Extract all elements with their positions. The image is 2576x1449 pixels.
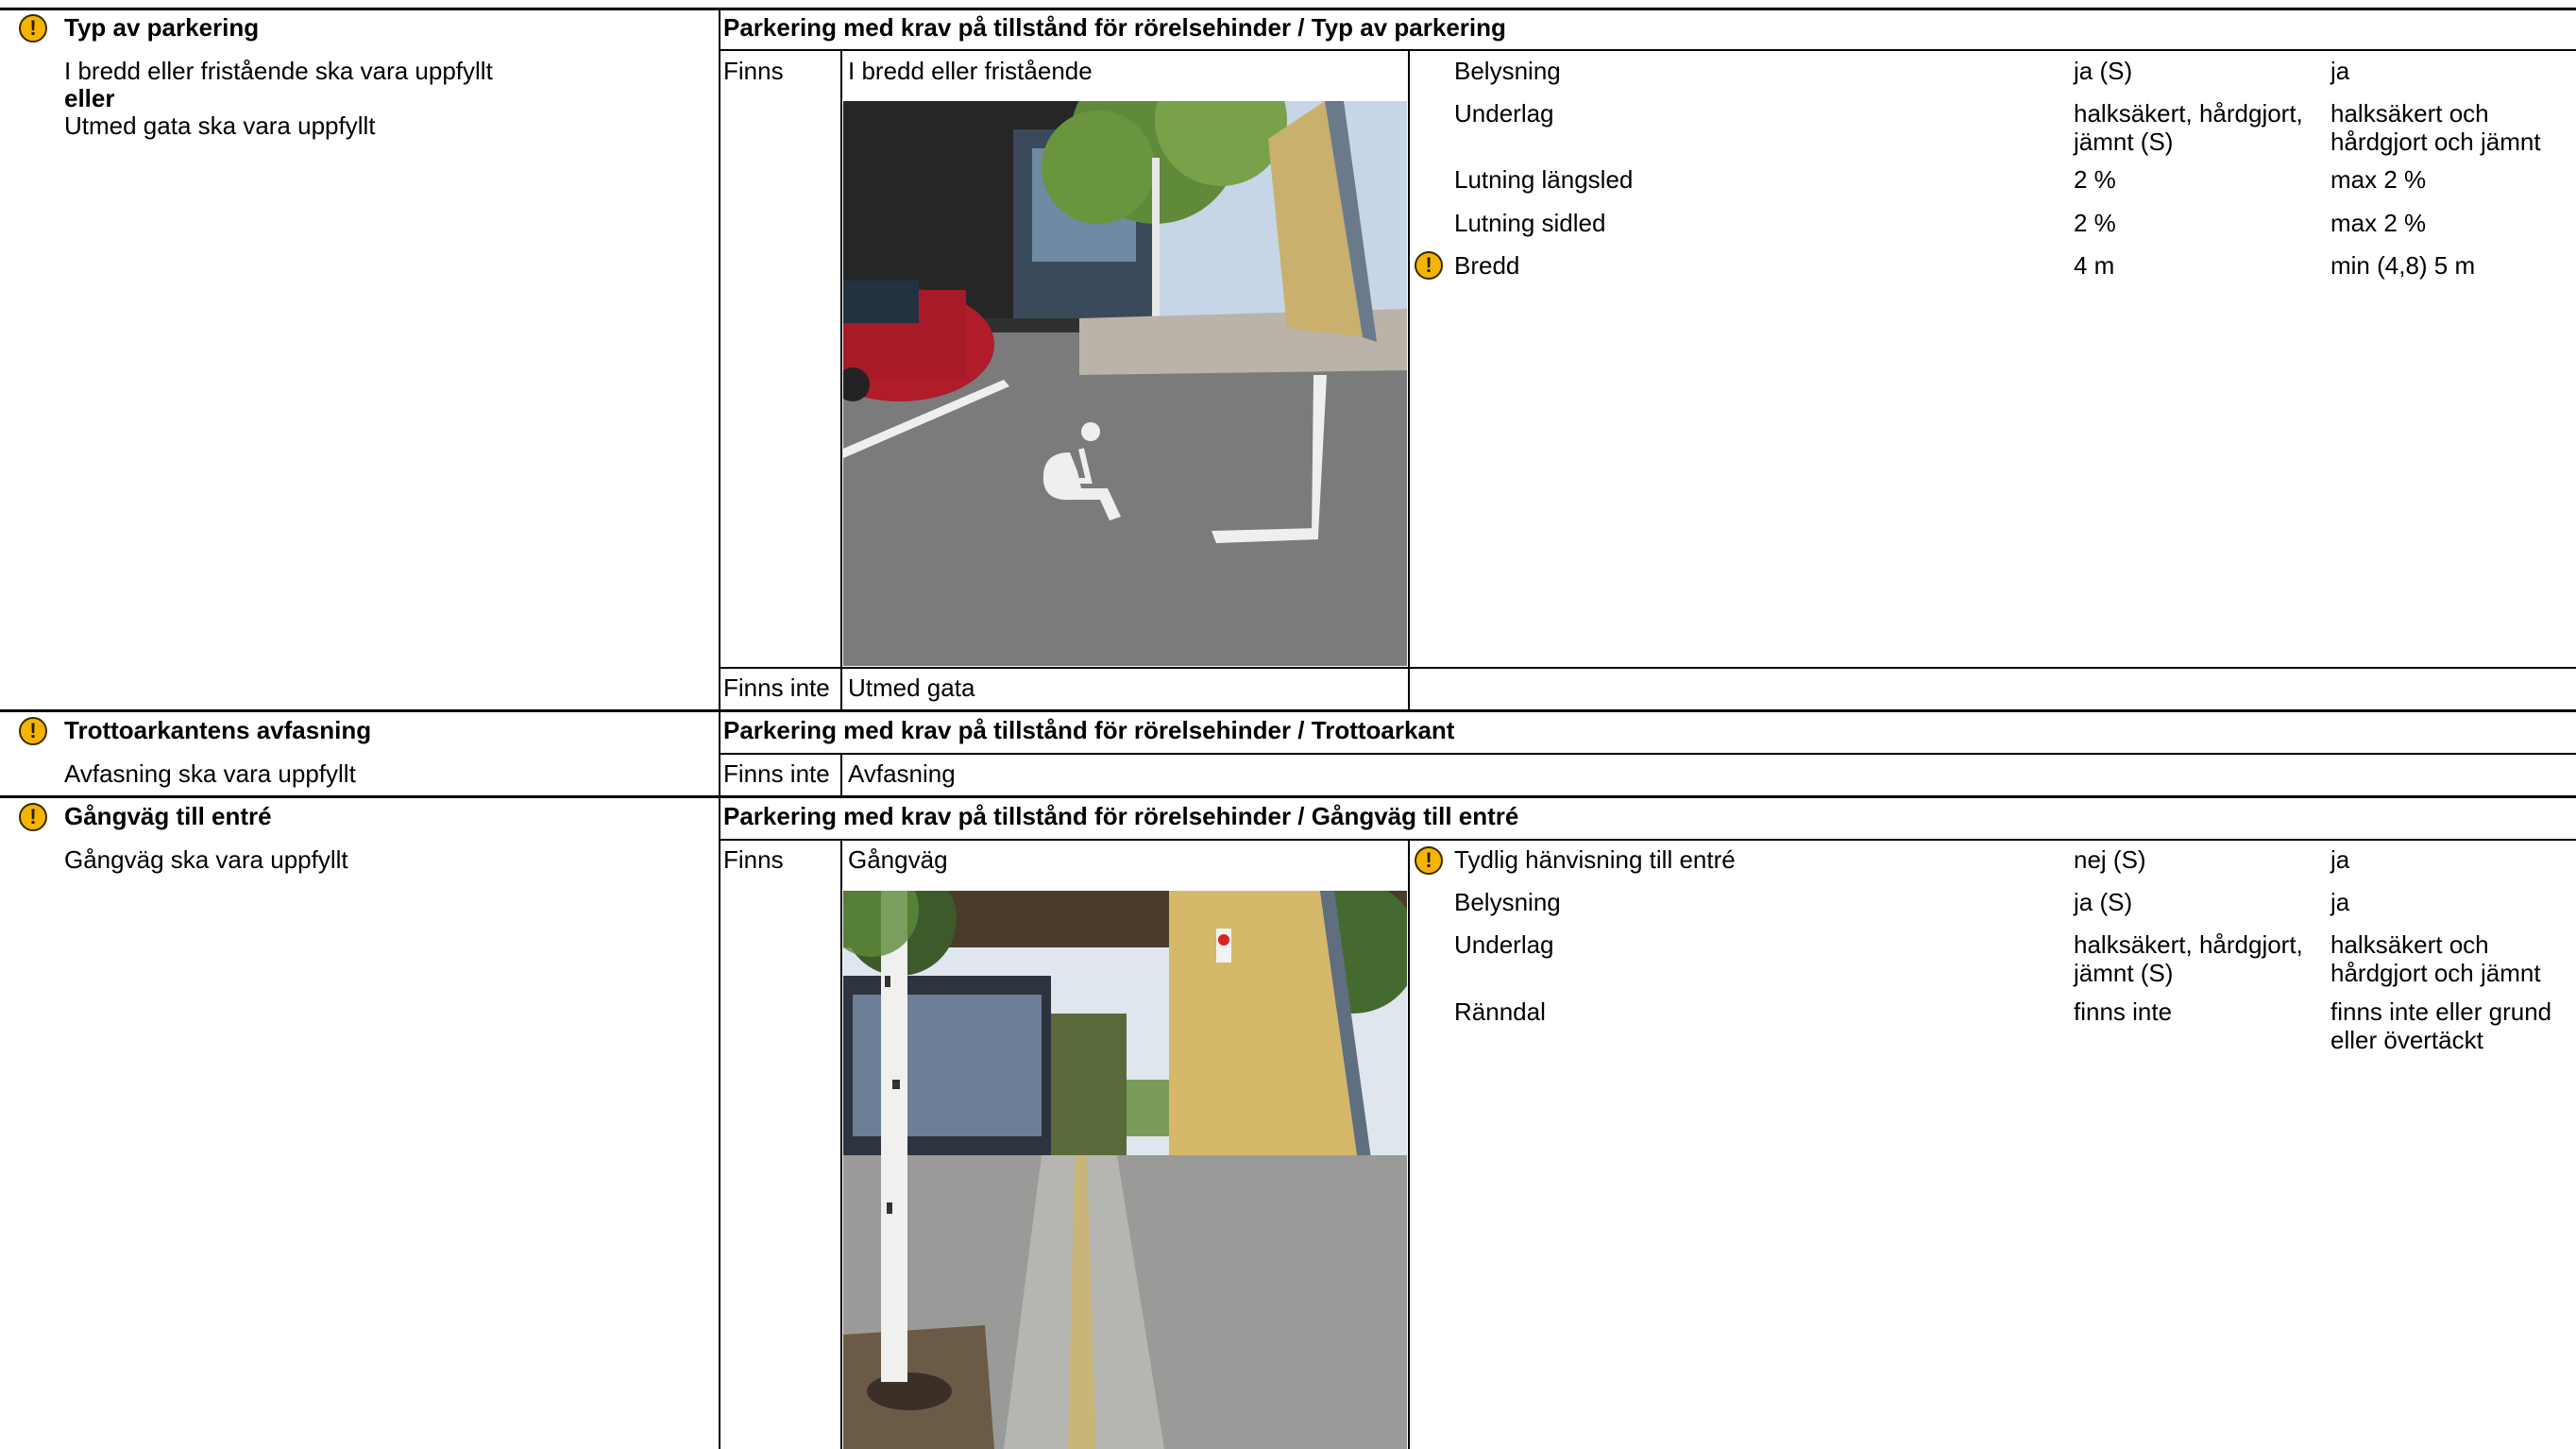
warning-icon <box>1415 846 1443 875</box>
detail-label: Underlag <box>1454 99 1554 128</box>
detail-requirement: finns inte eller grund eller övertäckt <box>2330 997 2552 1054</box>
detail-label: Belysning <box>1454 57 1561 85</box>
row-status: Finns inte <box>723 759 830 788</box>
row-name: Gångväg <box>848 845 948 874</box>
row-name: Utmed gata <box>848 673 975 702</box>
row-status: Finns <box>723 57 784 85</box>
warning-icon <box>19 14 47 43</box>
parking-space-photo <box>843 101 1407 666</box>
detail-value: ja (S) <box>2074 888 2133 916</box>
detail-requirement: max 2 % <box>2330 165 2427 194</box>
detail-value: halksäkert, hårdgjort, jämnt (S) <box>2074 930 2303 987</box>
section-header: Parkering med krav på tillstånd för röre… <box>723 716 1455 744</box>
row-name: I bredd eller fristående <box>848 57 1093 85</box>
section-title: Trottoarkantens avfasning <box>64 716 372 744</box>
row-status: Finns <box>723 845 784 874</box>
detail-requirement: ja <box>2330 888 2350 916</box>
section-header: Parkering med krav på tillstånd för röre… <box>723 802 1519 830</box>
detail-requirement: ja <box>2330 845 2350 874</box>
requirement-text: Avfasning ska vara uppfyllt <box>64 759 356 788</box>
walkway-photo <box>843 891 1407 1449</box>
requirement-text: Utmed gata ska vara uppfyllt <box>64 111 376 140</box>
section-title: Gångväg till entré <box>64 802 272 830</box>
detail-requirement: max 2 % <box>2330 209 2427 237</box>
detail-value: halksäkert, hårdgjort, jämnt (S) <box>2074 99 2303 156</box>
detail-value: ja (S) <box>2074 57 2133 85</box>
row-status: Finns inte <box>723 673 830 702</box>
detail-value: 2 % <box>2074 165 2116 194</box>
detail-requirement: min (4,8) 5 m <box>2330 251 2476 280</box>
detail-label: Lutning sidled <box>1454 209 1606 237</box>
section-header: Parkering med krav på tillstånd för röre… <box>723 13 1506 42</box>
detail-requirement: ja <box>2330 57 2350 85</box>
detail-requirement: halksäkert och hårdgjort och jämnt <box>2330 99 2541 156</box>
detail-label: Belysning <box>1454 888 1561 916</box>
detail-value: finns inte <box>2074 997 2173 1026</box>
detail-value: nej (S) <box>2074 845 2146 874</box>
requirement-text: I bredd eller fristående ska vara uppfyl… <box>64 57 493 85</box>
detail-label: Underlag <box>1454 930 1554 959</box>
detail-label: Lutning längsled <box>1454 165 1634 194</box>
warning-icon <box>1415 251 1443 280</box>
warning-icon <box>19 803 47 831</box>
warning-icon <box>19 717 47 745</box>
detail-label: Tydlig hänvisning till entré <box>1454 845 1736 874</box>
detail-requirement: halksäkert och hårdgjort och jämnt <box>2330 930 2541 987</box>
row-name: Avfasning <box>848 759 956 788</box>
detail-label: Ränndal <box>1454 997 1546 1026</box>
requirement-text: Gångväg ska vara uppfyllt <box>64 845 348 874</box>
detail-value: 4 m <box>2074 251 2115 280</box>
requirement-joiner: eller <box>64 84 115 112</box>
detail-label: Bredd <box>1454 251 1520 280</box>
section-title: Typ av parkering <box>64 13 260 42</box>
detail-value: 2 % <box>2074 209 2116 237</box>
